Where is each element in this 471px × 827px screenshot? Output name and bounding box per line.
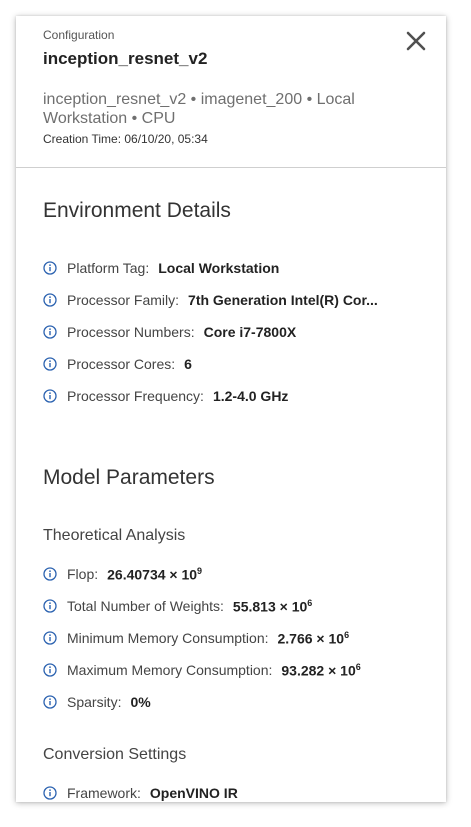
conversion-row-framework: Framework: OpenVINO IR xyxy=(43,783,238,802)
env-row-platform-tag: Platform Tag: Local Workstation xyxy=(43,258,279,278)
configuration-subtitle: inception_resnet_v2 • imagenet_200 • Loc… xyxy=(43,91,355,127)
info-icon[interactable] xyxy=(43,325,57,339)
info-icon[interactable] xyxy=(43,567,57,581)
model-row-sparsity: Sparsity: 0% xyxy=(43,692,151,712)
row-label: Minimum Memory Consumption: xyxy=(67,630,269,646)
info-icon[interactable] xyxy=(43,663,57,677)
env-row-processor-cores: Processor Cores: 6 xyxy=(43,354,192,374)
header-small-label: Configuration xyxy=(43,28,115,42)
row-value: 6 xyxy=(184,356,192,372)
env-row-processor-frequency: Processor Frequency: 1.2-4.0 GHz xyxy=(43,386,288,406)
model-row-flop: Flop: 26.40734 × 109 xyxy=(43,564,202,584)
close-button[interactable] xyxy=(401,26,431,56)
environment-details-heading: Environment Details xyxy=(43,199,231,222)
value-exponent: 6 xyxy=(344,629,350,640)
configuration-title: inception_resnet_v2 xyxy=(43,49,208,68)
configuration-panel: Configuration inception_resnet_v2 incept… xyxy=(16,16,446,802)
row-label: Processor Numbers: xyxy=(67,324,195,340)
model-row-max-memory: Maximum Memory Consumption: 93.282 × 106 xyxy=(43,660,361,680)
row-label: Processor Cores: xyxy=(67,356,176,372)
row-label: Processor Frequency: xyxy=(67,388,204,404)
row-value: 1.2-4.0 GHz xyxy=(212,388,289,404)
info-icon[interactable] xyxy=(43,599,57,613)
value-mantissa: 55.813 × 10 xyxy=(232,598,308,615)
info-icon[interactable] xyxy=(43,261,57,275)
info-icon[interactable] xyxy=(43,695,57,709)
creation-time: Creation Time: 06/10/20, 05:34 xyxy=(43,132,208,146)
row-label: Sparsity: xyxy=(67,694,122,710)
info-icon[interactable] xyxy=(43,293,57,307)
info-icon[interactable] xyxy=(43,357,57,371)
row-value: 26.40734 × 109 xyxy=(107,566,202,583)
env-row-processor-family: Processor Family: 7th Generation Intel(R… xyxy=(43,290,378,310)
model-row-min-memory: Minimum Memory Consumption: 2.766 × 106 xyxy=(43,628,349,648)
row-value: 2.766 × 106 xyxy=(278,630,350,647)
row-value: 0% xyxy=(130,694,151,710)
row-value: OpenVINO IR xyxy=(149,785,238,801)
model-parameters-heading: Model Parameters xyxy=(43,466,215,489)
value-exponent: 9 xyxy=(197,565,203,576)
env-row-processor-numbers: Processor Numbers: Core i7-7800X xyxy=(43,322,296,342)
row-label: Maximum Memory Consumption: xyxy=(67,662,273,678)
row-value: 7th Generation Intel(R) Cor... xyxy=(188,292,378,308)
row-label: Processor Family: xyxy=(67,292,180,308)
info-icon[interactable] xyxy=(43,786,57,800)
close-icon[interactable] xyxy=(401,26,431,56)
theoretical-analysis-heading: Theoretical Analysis xyxy=(43,527,186,544)
panel-header: Configuration inception_resnet_v2 incept… xyxy=(16,16,446,168)
row-label: Total Number of Weights: xyxy=(67,598,224,614)
value-mantissa: 2.766 × 10 xyxy=(277,630,345,647)
value-mantissa: 93.282 × 10 xyxy=(281,662,356,679)
row-value: Core i7-7800X xyxy=(203,324,297,340)
row-value: 55.813 × 106 xyxy=(233,598,312,615)
value-exponent: 6 xyxy=(307,597,313,608)
row-label: Platform Tag: xyxy=(67,260,150,276)
conversion-settings-heading: Conversion Settings xyxy=(43,746,187,763)
value-mantissa: 26.40734 × 10 xyxy=(107,566,198,583)
row-label: Framework: xyxy=(67,785,141,801)
row-label: Flop: xyxy=(67,566,99,582)
row-value: Local Workstation xyxy=(158,260,280,276)
value-exponent: 6 xyxy=(355,661,361,672)
info-icon[interactable] xyxy=(43,389,57,403)
info-icon[interactable] xyxy=(43,631,57,645)
row-value: 93.282 × 106 xyxy=(281,662,360,679)
model-row-total-weights: Total Number of Weights: 55.813 × 106 xyxy=(43,596,312,616)
